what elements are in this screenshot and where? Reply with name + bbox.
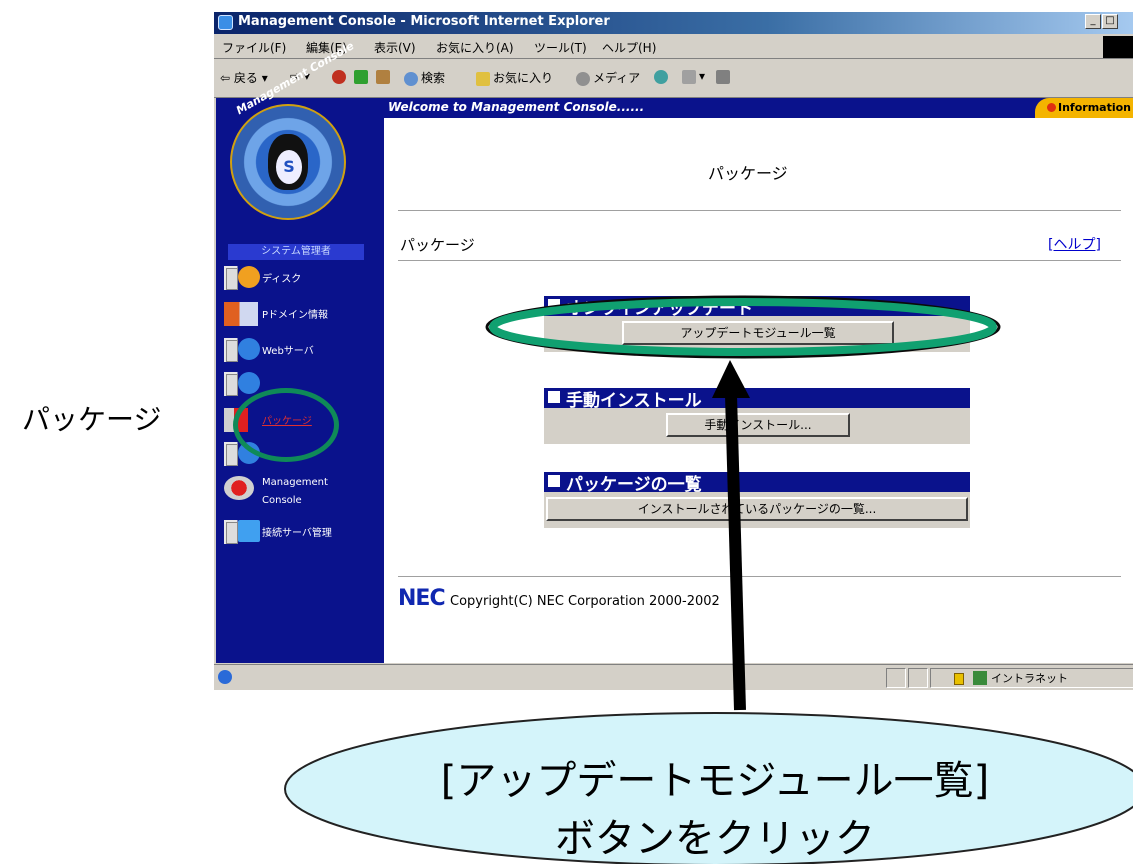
annotation-overlay — [284, 295, 1133, 864]
pointer-arrow-head — [712, 360, 750, 398]
instruction-line-1: [アップデートモジュール一覧] — [440, 758, 990, 804]
update-button-highlight-ring — [489, 298, 997, 356]
instruction-line-2: ボタンをクリック — [555, 816, 875, 862]
pointer-arrow-shaft — [725, 394, 746, 711]
